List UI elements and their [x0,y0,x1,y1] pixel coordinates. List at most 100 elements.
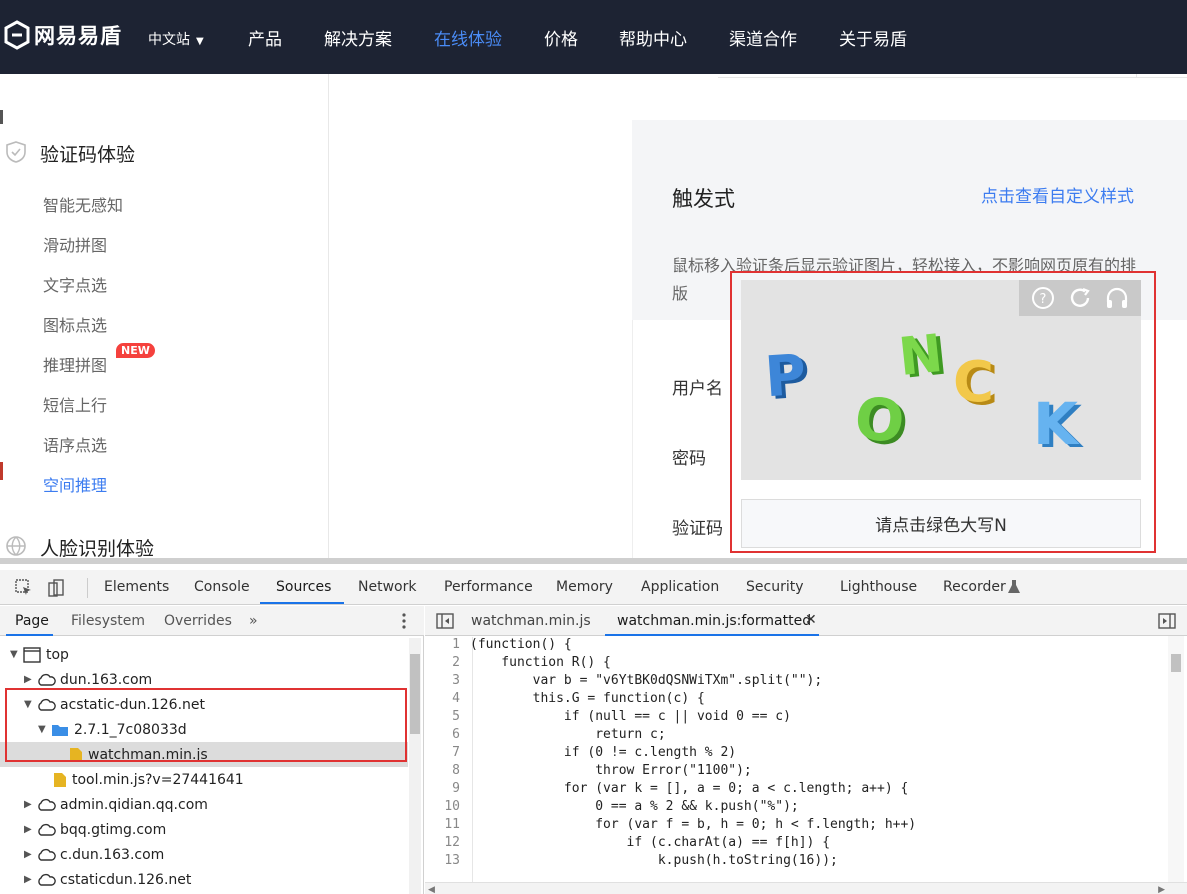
code-text: var b = "v6YtBK0dQSNWiTXm".split(""); [470,673,823,688]
code-text: function R() { [470,655,611,670]
scroll-right-icon[interactable]: ▶ [1158,885,1165,894]
expand-triangle-icon: ▼ [10,649,18,660]
line-number: 5 [452,709,460,724]
code-text: throw Error("1100"); [470,763,752,778]
line-number: 9 [452,781,460,796]
tree-item-file[interactable]: tool.min.js?v=27441641 [0,767,408,792]
custom-style-link[interactable]: 点击查看自定义样式 [981,182,1134,207]
editor-tab-formatted[interactable]: watchman.min.js:formatted [617,613,811,629]
tree-item-domain[interactable]: ▶ admin.qidian.qq.com [0,792,408,817]
active-tab-indicator [6,634,53,636]
subnav-strip [718,74,1187,78]
sidebar-item-reasoning[interactable]: 推理拼图 [43,352,107,376]
sidebar-item-icon-click[interactable]: 图标点选 [43,312,107,336]
tab-overrides[interactable]: Overrides [164,613,232,629]
tree-label: dun.163.com [60,671,153,688]
collapse-triangle-icon: ▶ [24,874,32,885]
device-toolbar-icon[interactable] [46,578,66,598]
sidebar-item-smart[interactable]: 智能无感知 [43,192,123,216]
top-nav: 网易易盾 中文站 ▼ 产品 解决方案 在线体验 价格 帮助中心 渠道合作 关于易盾 [0,0,1187,74]
tab-page[interactable]: Page [15,613,49,629]
logo-mark-icon [4,20,30,50]
logo[interactable]: 网易易盾 [4,20,122,50]
tab-memory[interactable]: Memory [556,579,613,595]
tab-elements[interactable]: Elements [104,579,169,595]
toolbar-divider [87,578,88,598]
sidebar-item-word-order[interactable]: 语序点选 [43,432,107,456]
language-label: 中文站 [148,32,190,48]
inspect-icon[interactable] [14,578,34,598]
code-editor[interactable]: 1 (function() {2 function R() {3 var b = … [425,637,1187,894]
language-selector[interactable]: 中文站 ▼ [148,29,204,49]
tab-filesystem[interactable]: Filesystem [71,613,145,629]
code-text: (function() { [470,637,572,652]
panel-title: 触发式 [672,187,735,211]
collapse-triangle-icon: ▶ [24,824,32,835]
sidebar-heading-face: 人脸识别体验 [40,538,155,560]
scroll-left-icon[interactable]: ◀ [428,885,435,894]
code-line: 6 return c; [425,727,1165,745]
tab-network[interactable]: Network [358,579,416,595]
toggle-navigator-icon[interactable] [435,612,455,630]
code-text: 0 == a % 2 && k.push("%"); [470,799,799,814]
tree-label: top [46,646,69,663]
close-tab-icon[interactable]: ✕ [805,612,817,628]
logo-text: 网易易盾 [34,24,122,48]
frame-icon [23,646,41,663]
editor-scrollbar[interactable] [1168,636,1184,886]
tab-sources[interactable]: Sources [276,579,331,595]
nav-item-solutions[interactable]: 解决方案 [324,25,392,50]
nav-item-online-demo[interactable]: 在线体验 [434,25,502,50]
nav-item-products[interactable]: 产品 [248,25,282,50]
line-number: 11 [444,817,460,832]
code-line: 1 (function() { [425,637,1165,655]
editor-hscrollbar[interactable]: ◀ ▶ [425,882,1187,894]
highlight-box [5,688,407,762]
code-line: 8 throw Error("1100"); [425,763,1165,781]
tree-item-top[interactable]: ▼ top [0,642,408,667]
devtools-toolbar: Elements Console Sources Network Perform… [0,570,1187,605]
code-text: k.push(h.toString(16)); [470,853,838,868]
tree-item-domain[interactable]: ▶ bqq.gtimg.com [0,817,408,842]
sidebar-item-sms[interactable]: 短信上行 [43,392,107,416]
tab-recorder[interactable]: Recorder [943,579,1006,595]
cloud-icon [38,823,56,836]
caret-down-icon: ▼ [196,36,204,47]
kebab-menu-icon[interactable] [398,612,410,630]
edge-mark [0,110,3,124]
sidebar-item-slide[interactable]: 滑动拼图 [43,232,107,256]
nav-item-channels[interactable]: 渠道合作 [729,25,797,50]
sidebar-item-spatial[interactable]: 空间推理 [43,472,107,496]
tab-security[interactable]: Security [746,579,804,595]
line-number: 12 [444,835,460,850]
line-number: 6 [452,727,460,742]
tab-console[interactable]: Console [194,579,250,595]
toggle-debugger-icon[interactable] [1157,612,1177,630]
sidebar-heading-captcha: 验证码体验 [40,144,136,166]
code-line: 12 if (c.charAt(a) == f[h]) { [425,835,1165,853]
code-text: for (var k = [], a = 0; a < c.length; a+… [470,781,909,796]
editor-tab-minified[interactable]: watchman.min.js [471,613,591,629]
code-text: if (c.charAt(a) == f[h]) { [470,835,831,850]
editor-tabs: watchman.min.js watchman.min.js:formatte… [425,606,1187,636]
tab-application[interactable]: Application [641,579,719,595]
tab-performance[interactable]: Performance [444,579,533,595]
highlight-box [730,271,1156,553]
tree-item-domain[interactable]: ▶ c.dun.163.com [0,842,408,867]
more-tabs-button[interactable]: » [249,613,258,629]
sidebar-item-text-click[interactable]: 文字点选 [43,272,107,296]
code-text: for (var f = b, h = 0; h < f.length; h++… [470,817,917,832]
navigator-tabs: Page Filesystem Overrides » [0,606,424,636]
nav-item-about[interactable]: 关于易盾 [839,25,907,50]
tab-lighthouse[interactable]: Lighthouse [840,579,917,595]
nav-item-help[interactable]: 帮助中心 [619,25,687,50]
navigator-scrollbar-thumb[interactable] [410,654,420,734]
nav-item-pricing[interactable]: 价格 [544,25,578,50]
line-number: 13 [444,853,460,868]
cloud-icon [38,798,56,811]
code-line: 7 if (0 != c.length % 2) [425,745,1165,763]
tree-item-domain[interactable]: ▶ cstaticdun.126.net [0,867,408,892]
cloud-icon [38,673,56,686]
editor-scrollbar-thumb[interactable] [1171,654,1181,672]
shield-icon [6,141,26,163]
